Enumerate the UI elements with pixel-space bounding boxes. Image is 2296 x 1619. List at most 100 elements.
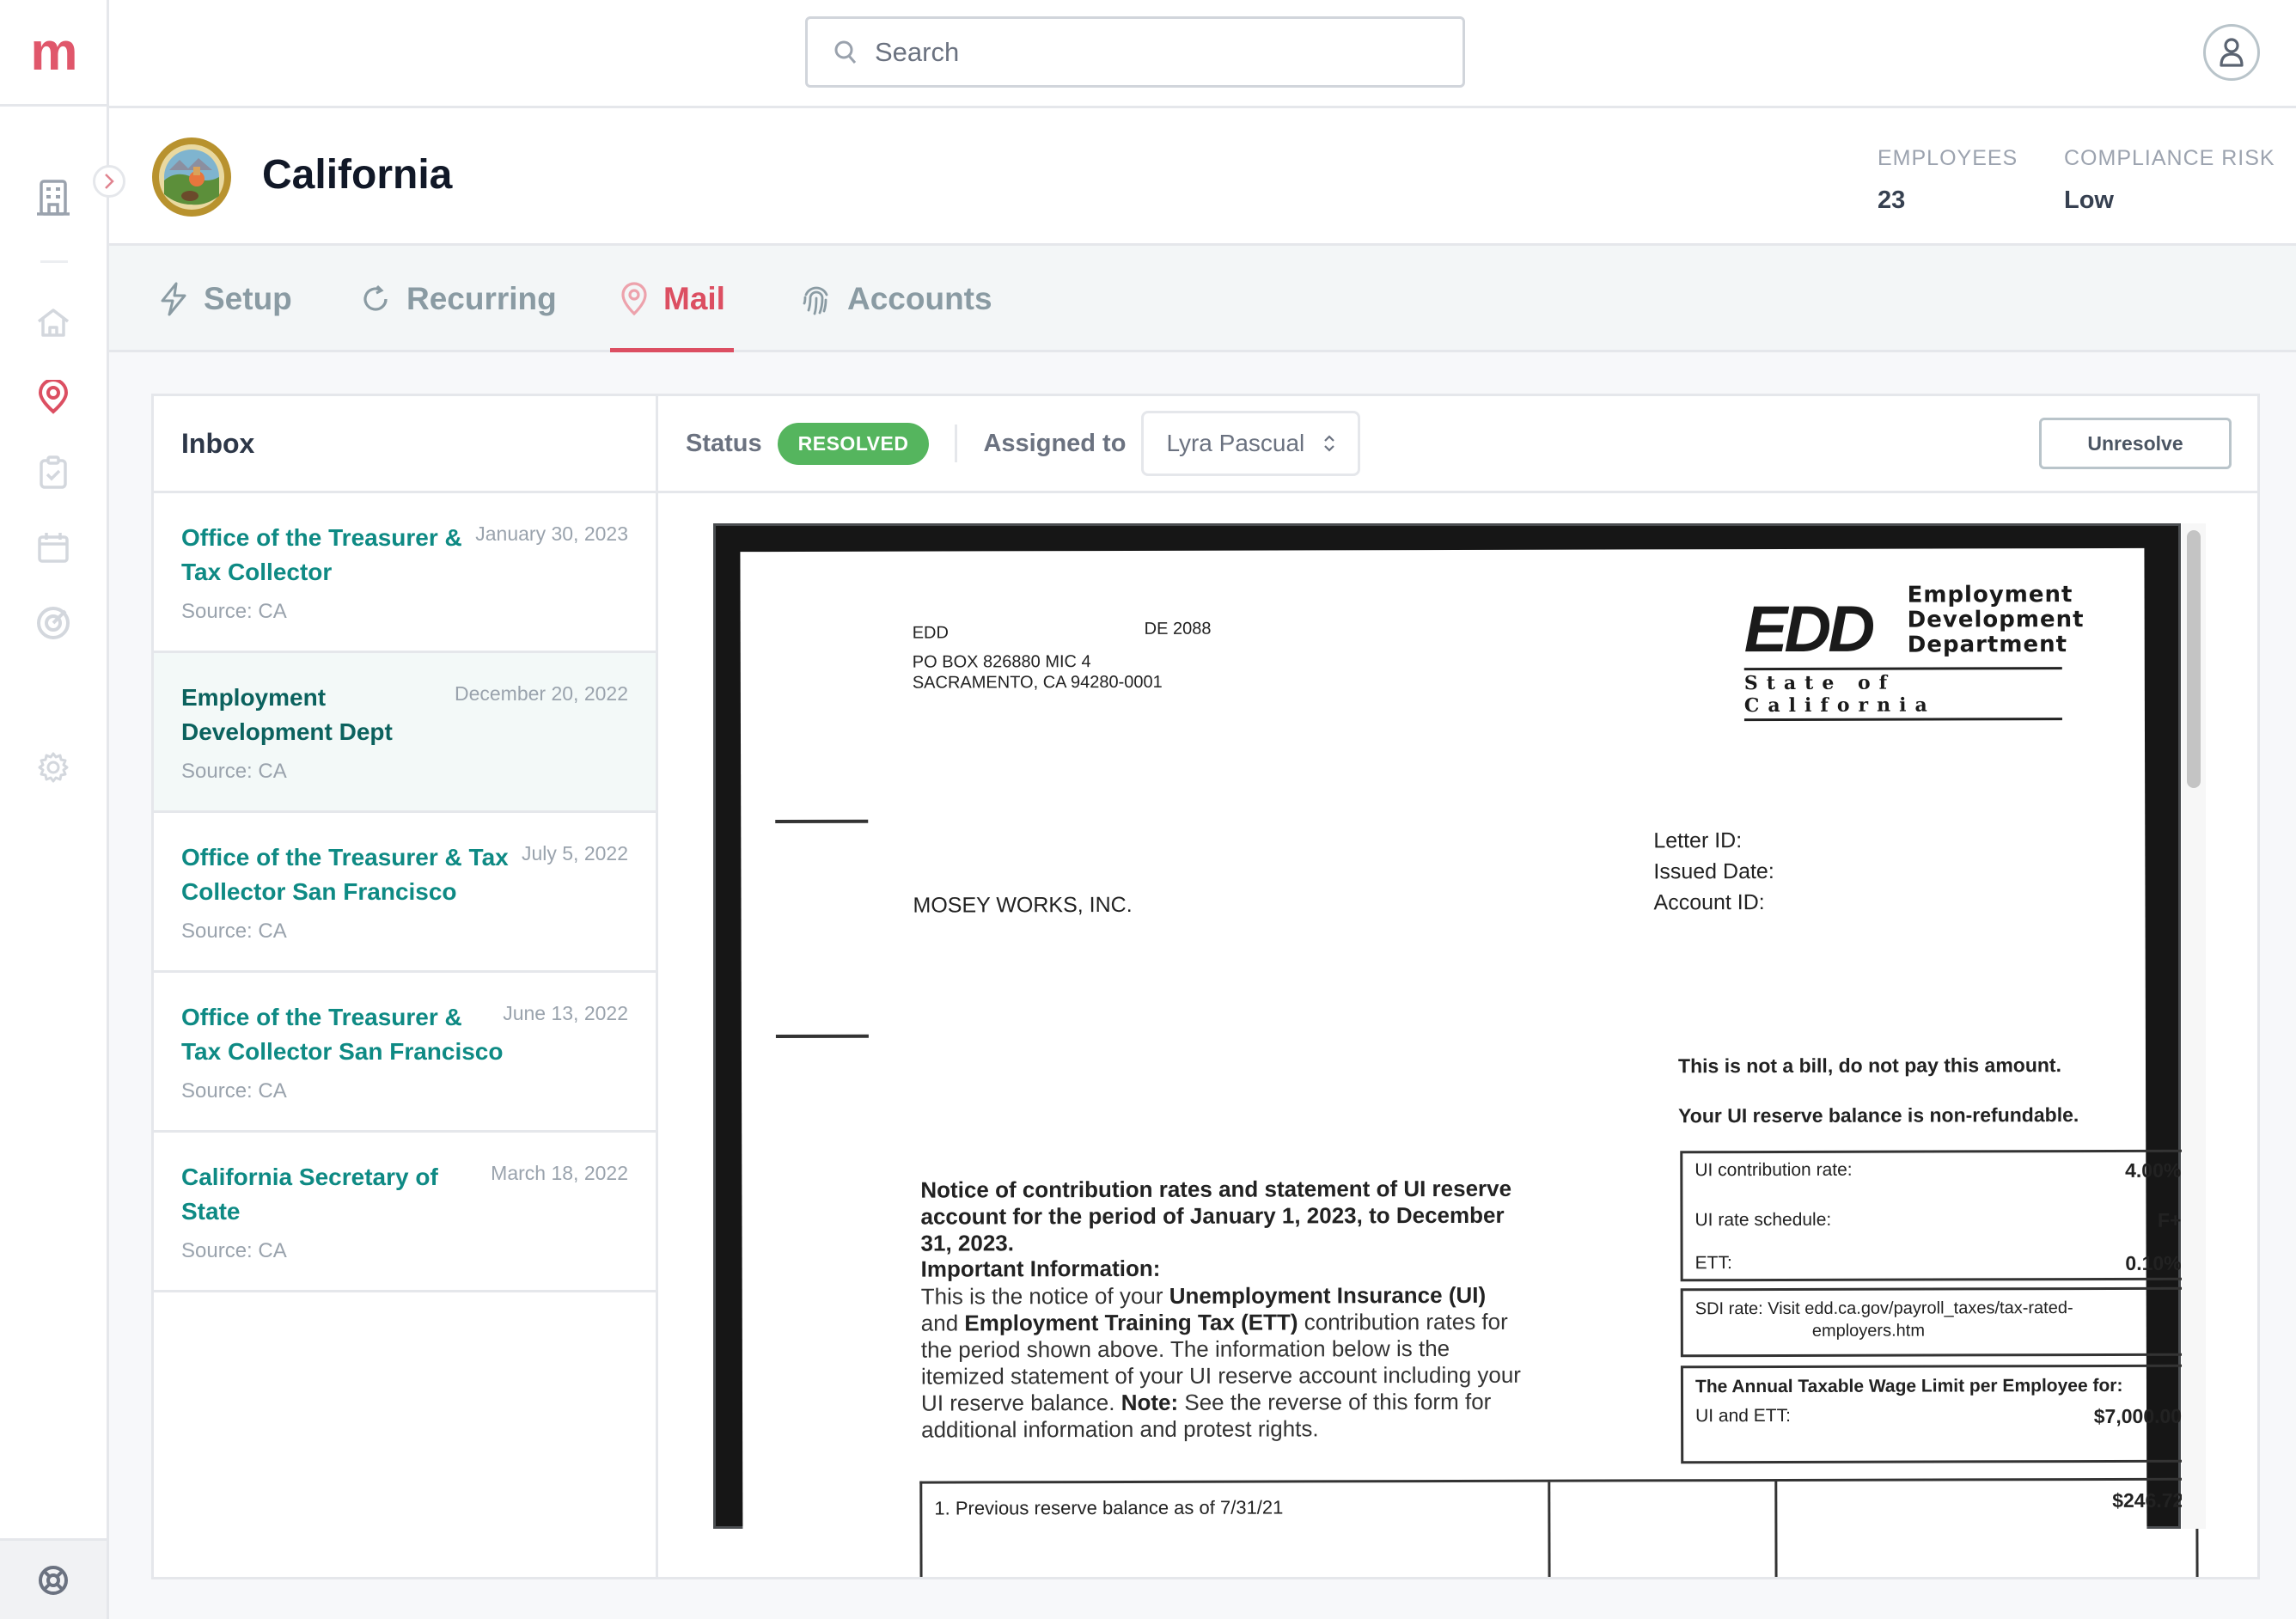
letter-form-id: DE 2088 [1144, 619, 1212, 638]
tab-accounts[interactable]: Accounts [801, 246, 992, 352]
sidebar-expand-toggle[interactable] [93, 165, 125, 198]
rate-value: 0.10% [2125, 1251, 2182, 1274]
rate-label: UI contribution rate: [1695, 1159, 1853, 1181]
letter-address-line2: SACRAMENTO, CA 94280-0001 [912, 672, 1163, 693]
table-divider [1774, 1481, 1778, 1577]
status-badge: RESOLVED [777, 422, 930, 465]
tab-setup[interactable]: Setup [159, 246, 292, 352]
inbox-title: Inbox [154, 396, 656, 493]
mail-panel: Inbox Office of the Treasurer & Tax Coll… [151, 394, 2260, 1579]
mail-date: June 13, 2022 [503, 1002, 628, 1024]
app-root: m Search California EMPLOYEES 23 COMPLIA… [0, 0, 2296, 1619]
gear-icon[interactable] [32, 746, 75, 789]
target-icon[interactable] [32, 602, 75, 645]
wage-limit-label: UI and ETT: [1695, 1405, 1791, 1427]
issued-date-label: Issued Date: [1653, 858, 1774, 884]
logo-letter: m [30, 22, 77, 82]
fingerprint-icon [803, 286, 828, 315]
mail-source: Source: CA [181, 760, 287, 783]
stat-value: 23 [1878, 186, 1906, 214]
stat-label: COMPLIANCE RISK [2064, 146, 2275, 170]
employees-stat: EMPLOYEES 23 [1878, 146, 2018, 215]
important-heading: Important Information: [920, 1255, 1161, 1282]
jurisdiction-header: California EMPLOYEES 23 COMPLIANCE RISK … [109, 108, 2296, 246]
wage-limit-heading: The Annual Taxable Wage Limit per Employ… [1695, 1375, 2123, 1397]
building-icon[interactable] [32, 176, 75, 219]
statement-row-value: $246.72 [2112, 1488, 2184, 1512]
mail-date: December 20, 2022 [454, 682, 628, 705]
mail-sender: Office of the Treasurer & Tax Collector … [181, 1004, 504, 1065]
fold-mark [775, 819, 869, 824]
sdi-line: employers.htm [1811, 1321, 1925, 1341]
body-bold: Unemployment Insurance (UI) [1169, 1281, 1487, 1309]
wage-limit-value: $7,000.00 [2093, 1404, 2183, 1428]
search-icon [834, 40, 857, 64]
edd-logo-mark: EDD [1743, 592, 1872, 667]
non-refundable-notice: Your UI reserve balance is non-refundabl… [1678, 1103, 2079, 1127]
inbox-item[interactable]: Office of the Treasurer & Tax Collector … [154, 813, 656, 973]
california-seal-icon [152, 137, 231, 217]
statement-table: 1. Previous reserve balance as of 7/31/2… [919, 1477, 2199, 1577]
calendar-icon[interactable] [32, 526, 75, 569]
edd-logo-line: Department [1907, 632, 2068, 658]
lightning-icon [161, 282, 186, 316]
tab-mail[interactable]: Mail [610, 246, 734, 352]
page-title: California [262, 152, 453, 198]
edd-logo-line: Employment [1907, 582, 2073, 608]
mail-sender: California Secretary of State [181, 1164, 438, 1225]
rate-value: 4.00% [2125, 1158, 2182, 1182]
help-button[interactable] [0, 1538, 107, 1619]
refresh-icon [363, 284, 388, 311]
body-bold: Note: [1121, 1389, 1179, 1415]
unresolve-button[interactable]: Unresolve [2039, 418, 2232, 469]
tab-label: Mail [663, 281, 725, 316]
wage-limit-box: The Annual Taxable Wage Limit per Employ… [1680, 1364, 2197, 1464]
user-menu-button[interactable] [2203, 24, 2260, 81]
search-field[interactable] [805, 16, 1465, 88]
assignee-select[interactable]: Lyra Pascual [1141, 411, 1361, 476]
mail-source: Source: CA [181, 1079, 287, 1103]
rate-label: ETT: [1695, 1253, 1732, 1274]
body-bold: Employment Training Tax (ETT) [964, 1309, 1298, 1336]
stat-label: EMPLOYEES [1878, 146, 2018, 170]
letter-address-line1: PO BOX 826880 MIC 4 [912, 652, 1091, 672]
letter-id-label: Letter ID: [1653, 828, 1743, 853]
mail-sender: Office of the Treasurer & Tax Collector [181, 524, 462, 585]
document-preview[interactable]: EDD DE 2088 PO BOX 826880 MIC 4 SACRAMEN… [658, 496, 2257, 1577]
assigned-to-label: Assigned to [983, 429, 1127, 457]
inbox-item[interactable]: Office of the Treasurer & Tax Collector … [154, 493, 656, 653]
rate-row: ETT: 0.10% [1695, 1252, 2182, 1276]
clipboard-check-icon[interactable] [32, 451, 75, 494]
preview-scrollbar[interactable] [2187, 530, 2201, 788]
fold-mark [775, 1034, 869, 1039]
status-label: Status [686, 429, 762, 457]
account-id-label: Account ID: [1653, 890, 1765, 915]
location-pin-icon[interactable] [32, 376, 75, 418]
mail-date: January 30, 2023 [475, 522, 628, 545]
body-text: and [920, 1310, 965, 1336]
search-input[interactable] [875, 36, 1390, 68]
notice-title: Notice of contribution rates and stateme… [920, 1175, 1512, 1256]
toolbar-divider [955, 425, 958, 462]
mail-toolbar: Status RESOLVED Assigned to Lyra Pascual… [658, 396, 2257, 493]
location-pin-icon [621, 282, 647, 316]
tab-recurring[interactable]: Recurring [360, 246, 557, 352]
mail-source: Source: CA [181, 919, 287, 943]
statement-row-label: 1. Previous reserve balance as of 7/31/2… [934, 1496, 1284, 1519]
table-divider [1548, 1482, 1551, 1577]
tab-label: Recurring [406, 281, 557, 316]
inbox-item[interactable]: California Secretary of State March 18, … [154, 1133, 656, 1292]
edd-logo-names: Employment Development Department [1907, 582, 2085, 658]
wage-limit-row: UI and ETT: $7,000.00 [1695, 1405, 2182, 1429]
home-icon[interactable] [32, 301, 75, 344]
rate-value: F+ [2157, 1208, 2182, 1231]
tab-label: Setup [204, 281, 292, 316]
inbox-item[interactable]: Office of the Treasurer & Tax Collector … [154, 973, 656, 1133]
mail-source: Source: CA [181, 1239, 287, 1262]
letter-sender: EDD [912, 623, 949, 643]
inbox-item-selected[interactable]: Employment Development Dept December 20,… [154, 653, 656, 813]
app-logo[interactable]: m [0, 0, 107, 107]
inbox-list: Inbox Office of the Treasurer & Tax Coll… [154, 396, 658, 1577]
scanned-letter: EDD DE 2088 PO BOX 826880 MIC 4 SACRAMEN… [713, 523, 2199, 1577]
sdi-box: SDI rate: Visit edd.ca.gov/payroll_taxes… [1680, 1286, 2196, 1358]
